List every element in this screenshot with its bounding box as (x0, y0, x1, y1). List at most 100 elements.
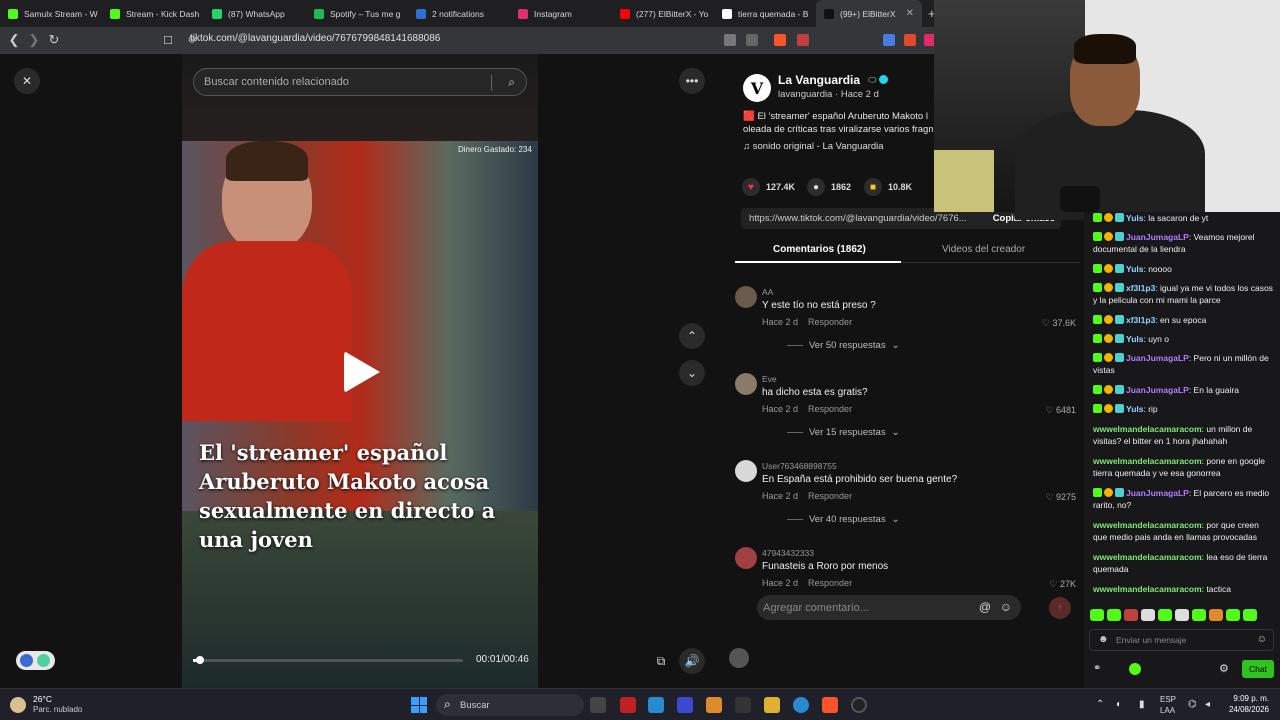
chat-input[interactable]: ☻ Enviar un mensaje ☺ (1089, 629, 1274, 651)
comment-like-button[interactable]: ♡ 27K (1049, 579, 1076, 590)
extension-translate-icon[interactable] (883, 34, 895, 46)
browser-tab[interactable]: 2 notifications (408, 0, 510, 27)
video-progress-bar[interactable] (193, 656, 463, 664)
brave-icon[interactable] (822, 697, 838, 713)
browser-tab[interactable]: (87) WhatsApp (204, 0, 306, 27)
commenter-avatar[interactable] (735, 547, 757, 569)
emoji-icon[interactable]: ☺ (1000, 600, 1012, 614)
chat-emote-icon[interactable]: ☻ (1098, 634, 1109, 645)
chat-username[interactable]: JuanJumagaLP (1126, 385, 1189, 395)
brave-rewards-icon[interactable] (797, 34, 809, 46)
mention-icon[interactable]: @ (979, 600, 991, 614)
pip-icon[interactable]: ⧉ (648, 648, 674, 674)
emote-icon[interactable] (1124, 609, 1138, 621)
emote-icon[interactable] (1209, 609, 1223, 621)
app-icon-store[interactable] (648, 697, 664, 713)
lang-secondary[interactable]: LAA (1160, 706, 1175, 715)
author-name[interactable]: La Vanguardia (778, 73, 860, 87)
cast-icon[interactable] (746, 34, 758, 46)
chat-username[interactable]: JuanJumagaLP (1126, 488, 1189, 498)
chat-username[interactable]: wwwelmandelacamaracom (1093, 552, 1202, 562)
bookmark-icon[interactable]: ☐ (158, 30, 178, 50)
comment-input[interactable]: Agregar comentario... @ ☺ (757, 595, 1021, 620)
comment-like-button[interactable]: ♡ 9275 (1045, 492, 1076, 503)
clock-time[interactable]: 9:09 p. m. (1229, 694, 1269, 703)
windows-start-icon[interactable] (411, 697, 427, 713)
save-button[interactable]: ■ 10.8K (864, 178, 912, 196)
browser-tab[interactable]: tierra quemada - B (714, 0, 816, 27)
tab-comments[interactable]: Comentarios (1862) (773, 244, 866, 255)
commenter-name[interactable]: AA (762, 287, 773, 297)
browser-tab[interactable]: (99+) ElBitterX ✕ (816, 0, 922, 27)
reply-button[interactable]: Responder (808, 404, 852, 414)
close-icon[interactable]: ✕ (14, 68, 40, 94)
tab-creator-videos[interactable]: Videos del creador (942, 244, 1025, 255)
commenter-name[interactable]: User763468898755 (762, 461, 837, 471)
tray-chevron-icon[interactable]: ⌃ (1096, 699, 1104, 710)
reply-button[interactable]: Responder (808, 317, 852, 327)
obs-icon[interactable] (851, 697, 867, 713)
chat-username[interactable]: Yuls (1126, 404, 1143, 414)
view-replies-button[interactable]: Ver 15 respuestas ⌄ (787, 427, 900, 438)
volume-icon[interactable]: ◂ (1205, 699, 1210, 710)
comment-button[interactable]: ● 1862 (807, 178, 851, 196)
like-button[interactable]: ♥ 127.4K (742, 178, 795, 196)
chat-link-icon[interactable]: ⚭ (1093, 663, 1101, 674)
reply-button[interactable]: Responder (808, 491, 852, 501)
volume-icon[interactable]: 🔊 (679, 648, 705, 674)
app-icon-copilot[interactable] (706, 697, 722, 713)
close-tab-icon[interactable]: ✕ (906, 8, 914, 19)
chat-username[interactable]: JuanJumagaLP (1126, 232, 1189, 242)
app-icon-power[interactable] (620, 697, 636, 713)
browser-tab[interactable]: Spotify – Tus me g (306, 0, 408, 27)
chat-username[interactable]: wwwelmandelacamaracom (1093, 424, 1202, 434)
emote-icon[interactable] (1090, 609, 1104, 621)
microphone-icon[interactable]: ▮ (1139, 699, 1145, 710)
browser-tab[interactable]: Instagram (510, 0, 612, 27)
edge-icon[interactable] (793, 697, 809, 713)
previous-video-icon[interactable]: ⌃ (679, 323, 705, 349)
search-icon[interactable]: ⌕ (508, 75, 515, 90)
comment-like-button[interactable]: ♡ 6481 (1045, 405, 1076, 416)
view-replies-button[interactable]: Ver 40 respuestas ⌄ (787, 514, 900, 525)
related-search-input[interactable]: Buscar contenido relacionado ⌕ (193, 68, 527, 96)
network-icon[interactable]: ⌬ (1188, 699, 1197, 710)
emote-icon[interactable] (1192, 609, 1206, 621)
more-options-icon[interactable]: ••• (679, 68, 705, 94)
address-bar[interactable]: tiktok.com/@lavanguardia/video/767679984… (190, 33, 440, 44)
chat-username[interactable]: wwwelmandelacamaracom (1093, 456, 1202, 466)
lang-primary[interactable]: ESP (1160, 695, 1176, 704)
emote-icon[interactable] (1243, 609, 1257, 621)
kick-icon[interactable] (1129, 663, 1141, 675)
chat-username[interactable]: Yuls (1126, 264, 1143, 274)
emote-icon[interactable] (1158, 609, 1172, 621)
author-avatar[interactable]: V (743, 74, 771, 102)
commenter-name[interactable]: Eve (762, 374, 777, 384)
chat-username[interactable]: xf3l1p3 (1126, 283, 1155, 293)
taskbar-search[interactable]: ⌕ Buscar (436, 694, 584, 716)
emote-icon[interactable] (1175, 609, 1189, 621)
extension-widget[interactable] (16, 651, 55, 670)
forward-icon[interactable]: ❯ (24, 30, 44, 50)
play-icon[interactable] (344, 351, 380, 393)
chat-username[interactable]: Yuls (1126, 213, 1143, 223)
commenter-avatar[interactable] (735, 373, 757, 395)
chat-username[interactable]: wwwelmandelacamaracom (1093, 584, 1202, 594)
progress-knob[interactable] (196, 656, 204, 664)
chat-username[interactable]: wwwelmandelacamaracom (1093, 520, 1202, 530)
chat-username[interactable]: JuanJumagaLP (1126, 353, 1189, 363)
next-video-icon[interactable]: ⌄ (679, 360, 705, 386)
emoji-picker-icon[interactable]: ☺ (1257, 634, 1267, 645)
emote-icon[interactable] (1107, 609, 1121, 621)
emote-icon[interactable] (1226, 609, 1240, 621)
send-comment-icon[interactable]: ↑ (1049, 597, 1071, 619)
file-explorer-icon[interactable] (764, 697, 780, 713)
browser-tab[interactable]: Stream - Kick Dash (102, 0, 204, 27)
view-replies-button[interactable]: Ver 50 respuestas ⌄ (787, 340, 900, 351)
comment-like-button[interactable]: ♡ 37.6K (1042, 318, 1076, 329)
reload-icon[interactable]: ↻ (44, 30, 64, 50)
browser-tab[interactable]: (277) ElBitterX - Yo (612, 0, 714, 27)
commenter-name[interactable]: 47943432333 (762, 548, 814, 558)
emote-icon[interactable] (1141, 609, 1155, 621)
back-icon[interactable]: ❮ (4, 30, 24, 50)
